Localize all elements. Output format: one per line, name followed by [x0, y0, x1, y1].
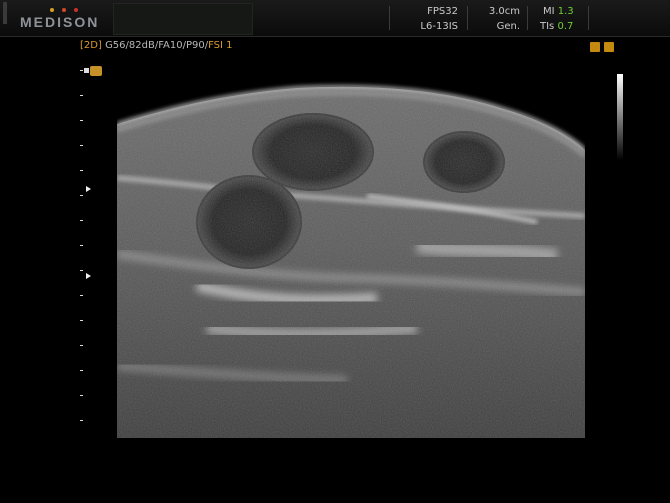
- tis-value: 0.7: [557, 21, 574, 32]
- mode-label: [2D]: [80, 40, 102, 51]
- fsi-label: FSI 1: [208, 40, 233, 51]
- tis-label: TIs: [540, 21, 555, 32]
- brand-logo: MEDISON: [20, 8, 97, 32]
- focus-marker-icon[interactable]: [86, 186, 91, 192]
- brand-name: MEDISON: [20, 14, 100, 30]
- mi-label: MI: [543, 6, 555, 17]
- settings-icon[interactable]: [604, 42, 614, 52]
- mi-value: 1.3: [557, 6, 574, 17]
- auto-optimize-icon[interactable]: [590, 42, 600, 52]
- depth-ruler: [78, 66, 92, 426]
- header-separator: [588, 6, 589, 30]
- top-header-bar: MEDISON FPS32 L6-13IS 3.0cm Gen. MI 1.3 …: [0, 0, 670, 37]
- imaging-parameters: [2D] G56/82dB/FA10/P90/FSI 1: [80, 40, 233, 51]
- settings-label: G56/82dB/FA10/P90/: [105, 40, 209, 51]
- ultrasound-scan-render: [117, 85, 585, 438]
- depth-readout: 3.0cm: [488, 6, 520, 17]
- preset-readout: Gen.: [496, 21, 520, 32]
- ultrasound-image[interactable]: [117, 66, 585, 438]
- window-edge-mark: [3, 2, 7, 24]
- header-separator: [467, 6, 468, 30]
- fps-readout: FPS32: [427, 6, 458, 17]
- mi-readout: MI 1.3: [543, 6, 574, 17]
- top-right-icons: [590, 42, 616, 54]
- header-separator: [389, 6, 390, 30]
- tis-readout: TIs 0.7: [540, 21, 573, 32]
- patient-id-field[interactable]: [113, 3, 253, 35]
- probe-readout: L6-13IS: [420, 21, 458, 32]
- header-separator: [527, 6, 528, 30]
- focus-marker-icon[interactable]: [86, 273, 91, 279]
- grayscale-bar: [617, 74, 623, 160]
